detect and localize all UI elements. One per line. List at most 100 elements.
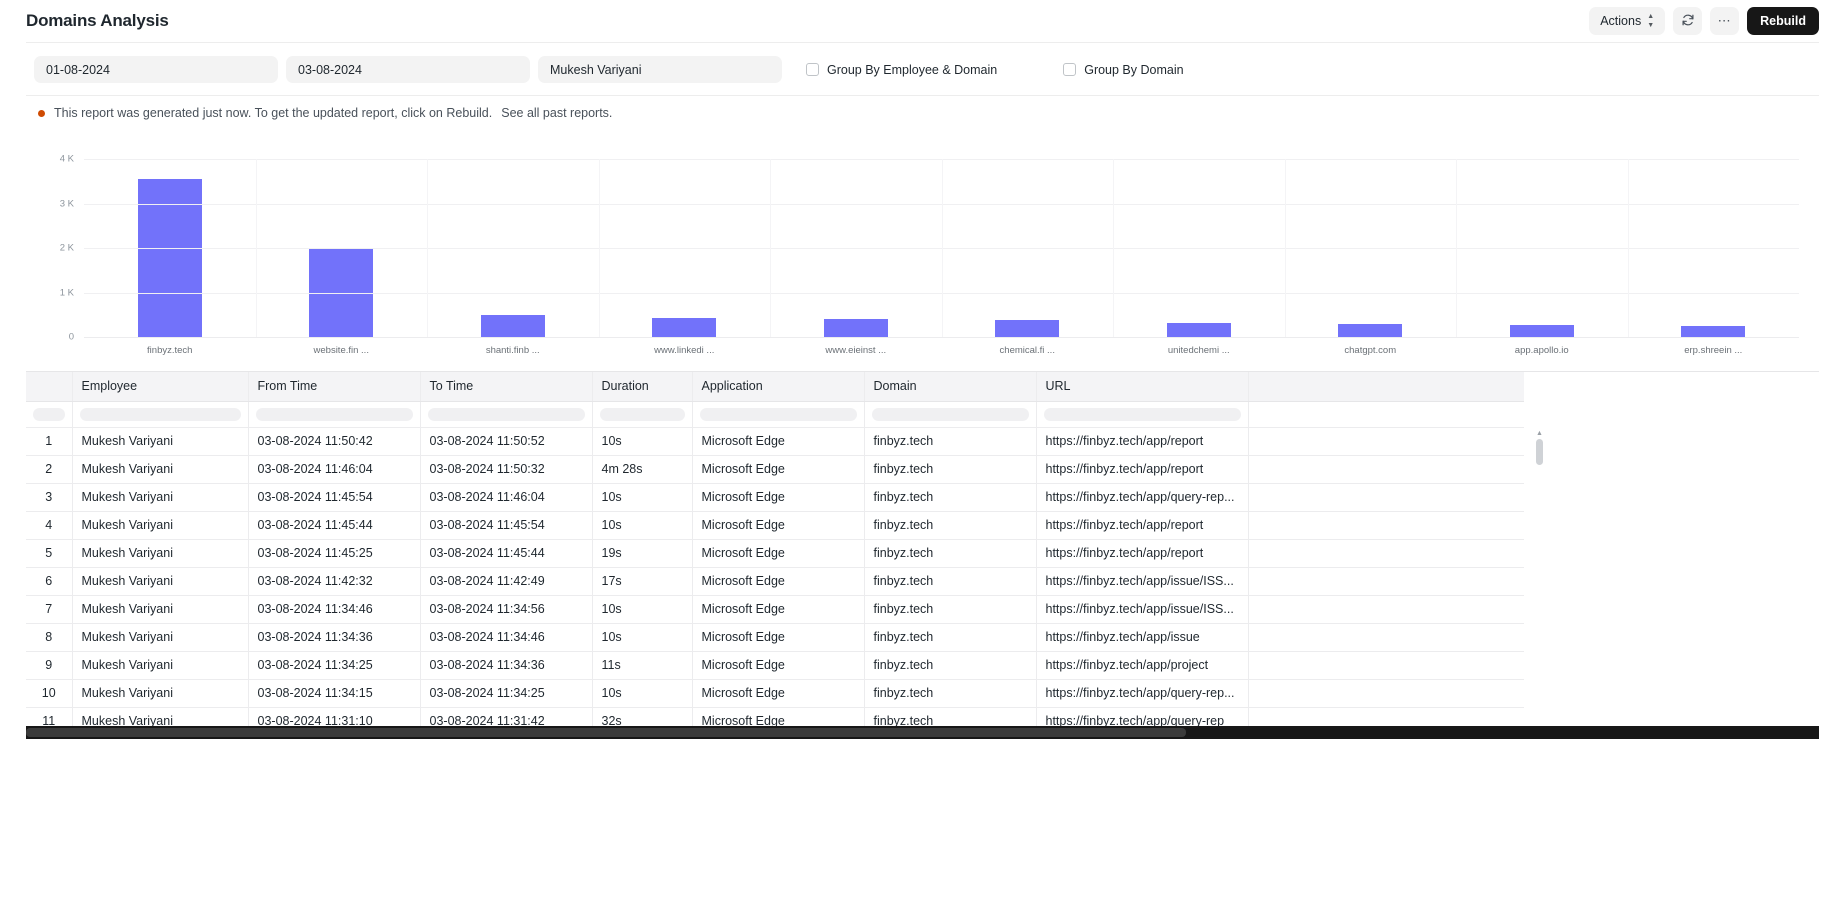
- to-date-input[interactable]: [286, 56, 530, 83]
- cell-url[interactable]: https://finbyz.tech/app/issue/ISS...: [1036, 595, 1248, 623]
- vertical-scroll-thumb[interactable]: [1536, 439, 1543, 465]
- cell-from_time[interactable]: 03-08-2024 11:34:36: [248, 623, 420, 651]
- cell-employee[interactable]: Mukesh Variyani: [72, 567, 248, 595]
- chart-bar[interactable]: [481, 315, 545, 337]
- cell-url[interactable]: https://finbyz.tech/app/report: [1036, 455, 1248, 483]
- chart-bar[interactable]: [1681, 326, 1745, 337]
- cell-idx[interactable]: 4: [26, 511, 72, 539]
- cell-domain[interactable]: finbyz.tech: [864, 455, 1036, 483]
- scroll-up-arrow-icon[interactable]: ▲: [1536, 430, 1543, 437]
- cell-employee[interactable]: Mukesh Variyani: [72, 511, 248, 539]
- horizontal-scroll-thumb[interactable]: [26, 728, 1186, 737]
- chart-bar[interactable]: [1510, 325, 1574, 337]
- cell-domain[interactable]: finbyz.tech: [864, 539, 1036, 567]
- filter-chip[interactable]: [80, 408, 241, 421]
- table-horizontal-scrollbar[interactable]: [26, 726, 1819, 739]
- cell-employee[interactable]: Mukesh Variyani: [72, 623, 248, 651]
- cell-domain[interactable]: finbyz.tech: [864, 427, 1036, 455]
- cell-url[interactable]: https://finbyz.tech/app/issue: [1036, 623, 1248, 651]
- cell-domain[interactable]: finbyz.tech: [864, 679, 1036, 707]
- cell-url[interactable]: https://finbyz.tech/app/project: [1036, 651, 1248, 679]
- results-table-container[interactable]: Employee From Time To Time Duration Appl…: [26, 371, 1819, 739]
- table-row[interactable]: 5Mukesh Variyani03-08-2024 11:45:2503-08…: [26, 539, 1524, 567]
- th-domain[interactable]: Domain: [864, 372, 1036, 401]
- group-by-domain-checkbox[interactable]: [1063, 63, 1076, 76]
- cell-application[interactable]: Microsoft Edge: [692, 651, 864, 679]
- from-date-input[interactable]: [34, 56, 278, 83]
- cell-to_time[interactable]: 03-08-2024 11:42:49: [420, 567, 592, 595]
- table-vertical-scrollbar[interactable]: ▲: [1536, 430, 1543, 735]
- th-url[interactable]: URL: [1036, 372, 1248, 401]
- cell-url[interactable]: https://finbyz.tech/app/issue/ISS...: [1036, 567, 1248, 595]
- cell-from_time[interactable]: 03-08-2024 11:34:46: [248, 595, 420, 623]
- cell-idx[interactable]: 1: [26, 427, 72, 455]
- chart-bar[interactable]: [1338, 324, 1402, 337]
- cell-to_time[interactable]: 03-08-2024 11:50:32: [420, 455, 592, 483]
- cell-idx[interactable]: 6: [26, 567, 72, 595]
- column-filter-index[interactable]: [26, 401, 72, 427]
- chart-bar[interactable]: [995, 320, 1059, 337]
- cell-domain[interactable]: finbyz.tech: [864, 483, 1036, 511]
- cell-employee[interactable]: Mukesh Variyani: [72, 539, 248, 567]
- cell-idx[interactable]: 7: [26, 595, 72, 623]
- cell-application[interactable]: Microsoft Edge: [692, 679, 864, 707]
- more-options-button[interactable]: ⋯: [1710, 7, 1739, 35]
- cell-from_time[interactable]: 03-08-2024 11:45:25: [248, 539, 420, 567]
- column-filter-url[interactable]: [1036, 401, 1248, 427]
- th-employee[interactable]: Employee: [72, 372, 248, 401]
- cell-to_time[interactable]: 03-08-2024 11:34:25: [420, 679, 592, 707]
- cell-duration[interactable]: 10s: [592, 623, 692, 651]
- filter-chip[interactable]: [600, 408, 685, 421]
- cell-to_time[interactable]: 03-08-2024 11:50:52: [420, 427, 592, 455]
- cell-application[interactable]: Microsoft Edge: [692, 455, 864, 483]
- th-from-time[interactable]: From Time: [248, 372, 420, 401]
- group-by-domain-checkbox-item[interactable]: Group By Domain: [1063, 63, 1183, 77]
- cell-employee[interactable]: Mukesh Variyani: [72, 679, 248, 707]
- table-row[interactable]: 3Mukesh Variyani03-08-2024 11:45:5403-08…: [26, 483, 1524, 511]
- cell-from_time[interactable]: 03-08-2024 11:34:25: [248, 651, 420, 679]
- actions-button[interactable]: Actions ▲▼: [1589, 7, 1665, 35]
- column-filter-application[interactable]: [692, 401, 864, 427]
- cell-url[interactable]: https://finbyz.tech/app/report: [1036, 427, 1248, 455]
- column-filter-employee[interactable]: [72, 401, 248, 427]
- employee-input[interactable]: [538, 56, 782, 83]
- cell-idx[interactable]: 5: [26, 539, 72, 567]
- table-row[interactable]: 10Mukesh Variyani03-08-2024 11:34:1503-0…: [26, 679, 1524, 707]
- cell-url[interactable]: https://finbyz.tech/app/query-rep...: [1036, 483, 1248, 511]
- chart-bar[interactable]: [652, 318, 716, 337]
- th-application[interactable]: Application: [692, 372, 864, 401]
- cell-duration[interactable]: 4m 28s: [592, 455, 692, 483]
- cell-url[interactable]: https://finbyz.tech/app/report: [1036, 511, 1248, 539]
- cell-domain[interactable]: finbyz.tech: [864, 623, 1036, 651]
- chart-bar[interactable]: [1167, 323, 1231, 337]
- table-row[interactable]: 9Mukesh Variyani03-08-2024 11:34:2503-08…: [26, 651, 1524, 679]
- past-reports-link[interactable]: See all past reports.: [501, 106, 612, 120]
- cell-idx[interactable]: 2: [26, 455, 72, 483]
- cell-from_time[interactable]: 03-08-2024 11:34:15: [248, 679, 420, 707]
- cell-to_time[interactable]: 03-08-2024 11:45:54: [420, 511, 592, 539]
- table-row[interactable]: 6Mukesh Variyani03-08-2024 11:42:3203-08…: [26, 567, 1524, 595]
- group-by-employee-domain-checkbox-item[interactable]: Group By Employee & Domain: [806, 63, 997, 77]
- cell-domain[interactable]: finbyz.tech: [864, 567, 1036, 595]
- cell-from_time[interactable]: 03-08-2024 11:45:44: [248, 511, 420, 539]
- cell-application[interactable]: Microsoft Edge: [692, 427, 864, 455]
- table-row[interactable]: 2Mukesh Variyani03-08-2024 11:46:0403-08…: [26, 455, 1524, 483]
- table-row[interactable]: 8Mukesh Variyani03-08-2024 11:34:3603-08…: [26, 623, 1524, 651]
- cell-application[interactable]: Microsoft Edge: [692, 623, 864, 651]
- refresh-button[interactable]: [1673, 7, 1702, 35]
- cell-employee[interactable]: Mukesh Variyani: [72, 455, 248, 483]
- cell-to_time[interactable]: 03-08-2024 11:34:56: [420, 595, 592, 623]
- cell-domain[interactable]: finbyz.tech: [864, 595, 1036, 623]
- filter-chip[interactable]: [428, 408, 585, 421]
- cell-from_time[interactable]: 03-08-2024 11:45:54: [248, 483, 420, 511]
- group-by-employee-domain-checkbox[interactable]: [806, 63, 819, 76]
- filter-chip[interactable]: [1044, 408, 1241, 421]
- cell-employee[interactable]: Mukesh Variyani: [72, 595, 248, 623]
- cell-duration[interactable]: 10s: [592, 427, 692, 455]
- column-filter-domain[interactable]: [864, 401, 1036, 427]
- th-duration[interactable]: Duration: [592, 372, 692, 401]
- cell-employee[interactable]: Mukesh Variyani: [72, 427, 248, 455]
- cell-from_time[interactable]: 03-08-2024 11:42:32: [248, 567, 420, 595]
- cell-application[interactable]: Microsoft Edge: [692, 539, 864, 567]
- rebuild-button[interactable]: Rebuild: [1747, 7, 1819, 35]
